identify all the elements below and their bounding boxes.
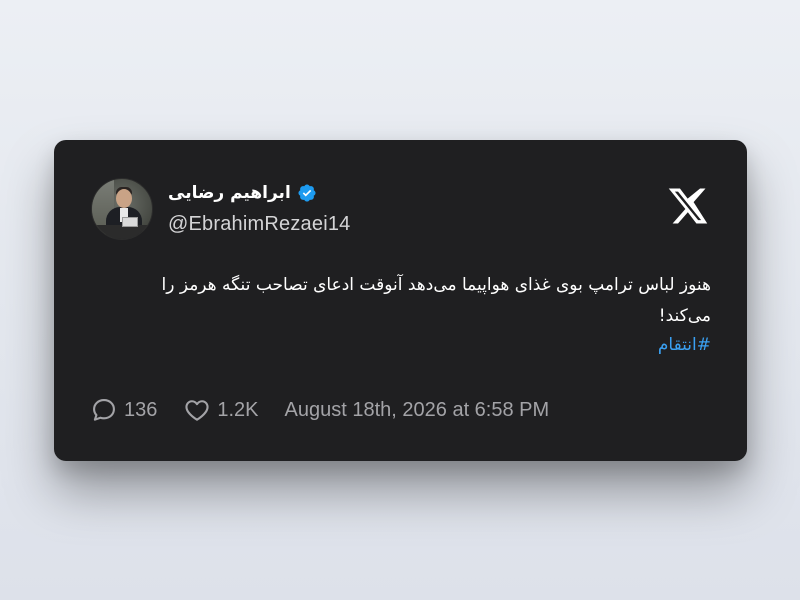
author-avatar[interactable] bbox=[91, 178, 153, 240]
tweet-text-line-1: هنوز لباس ترامپ بوی غذای هواپیما می‌دهد … bbox=[161, 275, 711, 295]
author-name-row: ابراهیم رضایی bbox=[168, 183, 317, 203]
tweet-meta-bar: 136 1.2K August 18th, 2026 at 6:58 PM bbox=[90, 396, 549, 424]
tweet-text: هنوز لباس ترامپ بوی غذای هواپیما می‌دهد … bbox=[84, 270, 711, 332]
reply-button[interactable]: 136 bbox=[90, 396, 157, 424]
tweet-card[interactable]: ابراهیم رضایی @EbrahimRezaei14 هنوز لباس… bbox=[54, 140, 747, 461]
author-handle[interactable]: @EbrahimRezaei14 bbox=[168, 213, 350, 236]
tweet-timestamp[interactable]: August 18th, 2026 at 6:58 PM bbox=[285, 399, 550, 422]
hashtag-link[interactable]: #انتقام bbox=[658, 335, 711, 355]
heart-icon bbox=[183, 396, 211, 424]
verified-badge-icon bbox=[297, 183, 317, 203]
like-count: 1.2K bbox=[217, 398, 259, 421]
tweet-text-line-2: می‌کند! bbox=[658, 306, 711, 326]
reply-bubble-icon bbox=[90, 396, 118, 424]
x-logo-icon[interactable] bbox=[667, 185, 709, 227]
like-button[interactable]: 1.2K bbox=[183, 396, 259, 424]
reply-count: 136 bbox=[124, 398, 158, 421]
author-display-name[interactable]: ابراهیم رضایی bbox=[168, 183, 291, 203]
